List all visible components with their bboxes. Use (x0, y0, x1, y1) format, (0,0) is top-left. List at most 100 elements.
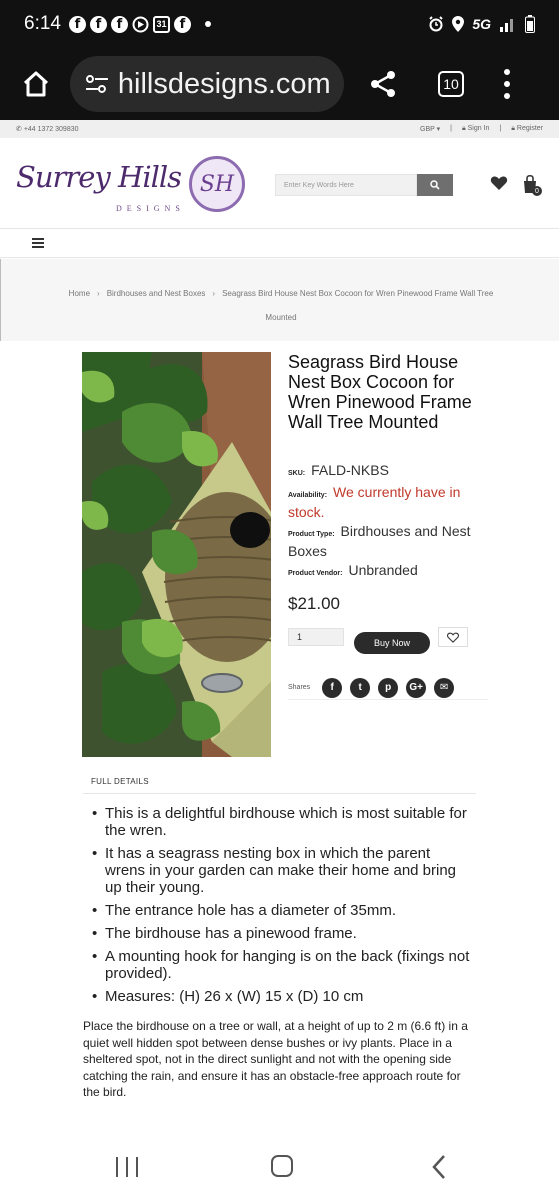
search-button[interactable] (417, 174, 453, 196)
breadcrumb-current: Seagrass Bird House Nest Box Cocoon for … (222, 289, 494, 322)
search-input[interactable]: Enter Key Words Here (275, 174, 417, 196)
product-image[interactable] (82, 352, 271, 757)
back-arrow-icon[interactable] (430, 1154, 450, 1180)
availability-label: Availability: (288, 492, 328, 499)
menu-line (32, 238, 44, 240)
system-navigation-bar (0, 1135, 559, 1200)
quantity-input[interactable]: 1 (288, 628, 344, 646)
list-item: The entrance hole has a diameter of 35mm… (92, 902, 472, 919)
recent-apps-icon (116, 1157, 118, 1177)
main-menu-bar (0, 228, 559, 258)
share-button[interactable] (366, 64, 400, 104)
register-link[interactable]: 🔒︎ Register (511, 125, 543, 133)
account-links: GBP ▾ | 🔒︎ Sign In | 🔒︎ Register (420, 125, 543, 133)
menu-dot-icon (504, 93, 510, 99)
url-text[interactable]: hillsdesigns.com (118, 68, 330, 101)
alarm-icon (429, 16, 444, 32)
facebook-notification-icon: f (89, 15, 107, 33)
share-buttons: Shares f t p G+ ✉ (288, 676, 488, 700)
hamburger-menu-icon[interactable] (32, 238, 44, 248)
recent-apps-icon (136, 1157, 138, 1177)
add-to-wishlist-button[interactable] (438, 627, 468, 647)
more-notifications-dot-icon (204, 21, 211, 27)
site-logo[interactable]: Surrey Hills DESIGNS SH (16, 154, 248, 216)
details-bullet-list: This is a delightful birdhouse which is … (92, 805, 472, 1011)
sku-label: SKU: (288, 470, 306, 477)
product-title: Seagrass Bird House Nest Box Cocoon for … (288, 352, 472, 432)
availability-value: We currently have in stock. (288, 484, 461, 520)
system-home-button[interactable] (271, 1155, 293, 1177)
sku-value: FALD-NKBS (311, 462, 389, 478)
vendor-value[interactable]: Unbranded (348, 562, 417, 578)
list-item: It has a seagrass nesting box in which t… (92, 845, 472, 896)
google-plus-share-icon[interactable]: G+ (406, 677, 427, 698)
phone-number[interactable]: +44 1372 309830 (24, 126, 79, 133)
heart-outline-icon (447, 632, 459, 643)
no-entry-notification-icon (132, 16, 149, 32)
site-header: Surrey Hills DESIGNS SH Enter Key Words … (0, 140, 559, 228)
breadcrumb: Home › Birdhouses and Nest Boxes › Seagrass … (61, 282, 501, 330)
product-availability: Availability: We currently have in stock. (288, 484, 498, 521)
type-label: Product Type: (288, 531, 335, 538)
list-item: Measures: (H) 26 x (W) 15 x (D) 10 cm (92, 988, 472, 1005)
facebook-share-icon[interactable]: f (322, 677, 343, 698)
calendar-notification-icon: 31 (152, 15, 170, 33)
logo-designs-text: DESIGNS (116, 204, 185, 213)
notification-icons: f f f 31 f (68, 15, 211, 33)
top-info-bar: ✆ +44 1372 309830 GBP ▾ | 🔒︎ Sign In | 🔒… (0, 120, 559, 138)
breadcrumb-home[interactable]: Home (69, 289, 90, 298)
logo-monogram: SH (189, 156, 245, 212)
signal-icon (500, 19, 513, 32)
site-settings-icon[interactable] (84, 74, 110, 94)
system-status-icons: 5G (428, 15, 535, 33)
currency-value: GBP (420, 126, 435, 133)
facebook-notification-icon: f (173, 15, 191, 33)
menu-line (32, 242, 44, 244)
full-details-heading[interactable]: FULL DETAILS (83, 772, 476, 794)
buy-now-button[interactable]: Buy Now (354, 632, 430, 654)
divider: | (450, 125, 452, 132)
product-type: Product Type: Birdhouses and Nest Boxes (288, 523, 498, 560)
product-vendor: Product Vendor: Unbranded (288, 562, 498, 582)
search-icon (430, 180, 440, 190)
address-bar[interactable]: hillsdesigns.com (70, 56, 344, 112)
share-icon (371, 71, 395, 97)
register-label: Register (516, 125, 543, 132)
recent-apps-button[interactable] (116, 1157, 138, 1177)
menu-line (32, 246, 44, 248)
product-sku: SKU: FALD-NKBS (288, 462, 498, 482)
logo-script-text: Surrey Hills (16, 160, 182, 194)
facebook-notification-icon: f (110, 15, 128, 33)
currency-selector[interactable]: GBP ▾ (420, 125, 440, 133)
list-item: A mounting hook for hanging is on the ba… (92, 948, 472, 982)
wishlist-heart-icon[interactable] (490, 175, 508, 191)
vendor-label: Product Vendor: (288, 570, 343, 577)
status-bar: 6:14 f f f 31 f 5G (0, 0, 559, 48)
cart-count-badge: 0 (532, 186, 542, 196)
browser-toolbar: hillsdesigns.com 10 (0, 48, 559, 120)
browser-menu-button[interactable] (502, 69, 512, 99)
tab-switcher-button[interactable]: 10 (438, 71, 464, 97)
status-time: 6:14 (24, 13, 61, 34)
product-price: $21.00 (288, 594, 340, 613)
shares-label: Shares (288, 684, 311, 691)
list-item: The birdhouse has a pinewood frame. (92, 925, 472, 942)
sign-in-link[interactable]: 🔒︎ Sign In (462, 125, 489, 133)
divider: | (499, 125, 502, 132)
breadcrumb-separator: › (97, 289, 100, 298)
facebook-notification-icon: f (68, 15, 86, 33)
network-type: 5G (472, 16, 491, 32)
product-description: Place the birdhouse on a tree or wall, a… (83, 1019, 468, 1099)
breadcrumb-separator: › (212, 289, 216, 298)
twitter-share-icon[interactable]: t (350, 677, 371, 698)
pinterest-share-icon[interactable]: p (378, 677, 399, 698)
browser-home-button[interactable] (16, 64, 56, 104)
menu-dot-icon (504, 69, 510, 75)
sign-in-label: Sign In (467, 125, 490, 132)
breadcrumb-category[interactable]: Birdhouses and Nest Boxes (107, 289, 206, 298)
product-photo-illustration (82, 352, 271, 757)
list-item: This is a delightful birdhouse which is … (92, 805, 472, 839)
email-share-icon[interactable]: ✉ (434, 677, 455, 698)
type-value[interactable]: Birdhouses and Nest Boxes (288, 523, 471, 559)
recent-apps-icon (126, 1157, 128, 1177)
